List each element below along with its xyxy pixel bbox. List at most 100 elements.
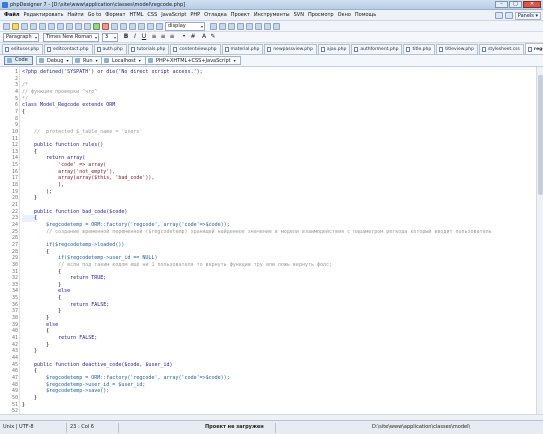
menu-format[interactable]: Формат: [103, 10, 127, 21]
file-tab[interactable]: tutorials.php: [127, 44, 170, 54]
menu-find[interactable]: Найти: [65, 10, 85, 21]
menu-tools[interactable]: Инструменты: [252, 10, 292, 21]
menu-php[interactable]: PHP: [188, 10, 202, 21]
bullet-list-icon[interactable]: •: [180, 33, 188, 41]
file-tab[interactable]: title.php: [403, 44, 436, 54]
run-button[interactable]: Run ▾: [72, 56, 103, 65]
align-left-icon[interactable]: ≡: [150, 33, 158, 41]
php-file-icon: [47, 47, 52, 52]
list-icon[interactable]: [264, 23, 271, 30]
status-path: D:\site\www\application\classes\model\: [372, 424, 471, 430]
file-tab-label: tutorials.php: [136, 47, 166, 52]
code-editor[interactable]: 1 <?php defined('SYSPATH') or die('No dir…: [0, 67, 543, 420]
file-tab[interactable]: contentview.php: [170, 44, 221, 54]
menu-view[interactable]: Просмотр: [306, 10, 336, 21]
copy-icon[interactable]: [57, 23, 64, 30]
menu-edit[interactable]: Редактировать: [22, 10, 66, 21]
minimize-button[interactable]: –: [495, 1, 508, 8]
underline-icon[interactable]: [228, 23, 235, 30]
bold-icon[interactable]: [210, 23, 217, 30]
code-line[interactable]: class Model_Regcode extends ORM: [22, 102, 115, 109]
highlight-icon[interactable]: ✎: [209, 33, 217, 41]
code-line[interactable]: public function deactive_code($code, $us…: [22, 362, 172, 369]
comment-icon[interactable]: [156, 23, 163, 30]
size-select[interactable]: 3 ▾: [102, 33, 118, 42]
open-folder-icon[interactable]: [12, 23, 19, 30]
color-icon[interactable]: [273, 23, 280, 30]
file-tab[interactable]: authforment.php: [351, 44, 403, 54]
bold-button[interactable]: B: [122, 33, 130, 41]
code-line[interactable]: }: [22, 195, 37, 202]
file-tab[interactable]: titleview.php: [436, 44, 478, 54]
file-tab-active[interactable]: regcode.php: [524, 43, 543, 54]
link-icon[interactable]: [237, 23, 244, 30]
code-line[interactable]: // функция проверки ^что^: [22, 89, 97, 96]
menu-file[interactable]: Файл: [2, 10, 22, 21]
code-view-label: Code: [15, 57, 28, 63]
bookmark-icon[interactable]: [129, 23, 136, 30]
italic-icon[interactable]: [219, 23, 226, 30]
new-file-icon[interactable]: [3, 23, 10, 30]
code-line[interactable]: // создание временной переменной ($regco…: [22, 229, 492, 236]
close-button[interactable]: ✕: [523, 1, 541, 8]
align-center-icon[interactable]: ≡: [159, 33, 167, 41]
save-all-icon[interactable]: [30, 23, 37, 30]
localhost-button[interactable]: Localhost ▾: [101, 56, 146, 65]
underline-button[interactable]: U: [140, 33, 148, 41]
debug-button[interactable]: Debug ▾: [36, 56, 74, 65]
vertical-scrollbar[interactable]: [536, 67, 543, 420]
file-tab[interactable]: editcontact.php: [44, 44, 93, 54]
cut-icon[interactable]: [48, 23, 55, 30]
stop-icon[interactable]: [102, 23, 109, 30]
code-line[interactable]: }: [22, 348, 37, 355]
maximize-button[interactable]: □: [509, 1, 522, 8]
code-view-button[interactable]: Code: [4, 56, 33, 65]
numbered-list-icon[interactable]: #: [189, 33, 197, 41]
code-line[interactable]: {: [22, 109, 25, 116]
panels-button[interactable]: Panels ▾: [514, 11, 541, 20]
menu-project[interactable]: Проект: [229, 10, 252, 21]
image-icon[interactable]: [246, 23, 253, 30]
table-icon[interactable]: [255, 23, 262, 30]
doctype-select[interactable]: PHP+XHTML+CSS+JavaScript ▾: [145, 56, 241, 65]
file-tab[interactable]: stylesheet.css: [478, 44, 524, 54]
menu-svn[interactable]: SVN: [292, 10, 306, 21]
run-icon[interactable]: [93, 23, 100, 30]
scroll-thumb[interactable]: [538, 75, 543, 195]
replace-icon[interactable]: [120, 23, 127, 30]
code-line[interactable]: }: [22, 402, 25, 409]
menu-html[interactable]: HTML: [128, 10, 146, 21]
file-tab[interactable]: ajax.php: [317, 44, 351, 54]
undo-icon[interactable]: [75, 23, 82, 30]
save-icon[interactable]: [21, 23, 28, 30]
file-tab[interactable]: edituser.php: [2, 44, 44, 54]
indent-icon[interactable]: [138, 23, 145, 30]
menu-debug[interactable]: Отладка: [202, 10, 229, 21]
menu-javascript[interactable]: JavaScript: [159, 10, 188, 21]
file-tab[interactable]: newpassview.php: [264, 44, 317, 54]
code-line[interactable]: <?php defined('SYSPATH') or die('No dire…: [22, 69, 203, 76]
font-select[interactable]: Times New Roman ▾: [43, 33, 99, 42]
menu-window[interactable]: Окно: [336, 10, 353, 21]
paste-icon[interactable]: [66, 23, 73, 30]
paragraph-select[interactable]: Paragraph ▾: [3, 33, 39, 42]
outdent-icon[interactable]: [147, 23, 154, 30]
code-line[interactable]: // protected $_table_name = 'users': [22, 129, 142, 136]
print-icon[interactable]: [39, 23, 46, 30]
menu-css[interactable]: CSS: [145, 10, 159, 21]
text-color-icon[interactable]: A: [200, 33, 208, 41]
code-line[interactable]: public function bad_code($code): [22, 209, 127, 216]
layout-icon[interactable]: [494, 12, 503, 19]
menu-goto[interactable]: Go to: [86, 10, 104, 21]
search-icon[interactable]: [111, 23, 118, 30]
window-icon[interactable]: [504, 12, 513, 19]
file-tab-label: ajax.php: [326, 47, 347, 52]
file-tab[interactable]: material.php: [221, 44, 264, 54]
display-select[interactable]: display ▾: [165, 22, 205, 31]
align-right-icon[interactable]: ≡: [168, 33, 176, 41]
code-line[interactable]: // если под таким кодом ещё ни 1 пользов…: [22, 262, 332, 269]
file-tab[interactable]: auth.php: [93, 44, 127, 54]
italic-button[interactable]: I: [131, 33, 139, 41]
menu-help[interactable]: Помощь: [353, 10, 378, 21]
redo-icon[interactable]: [84, 23, 91, 30]
